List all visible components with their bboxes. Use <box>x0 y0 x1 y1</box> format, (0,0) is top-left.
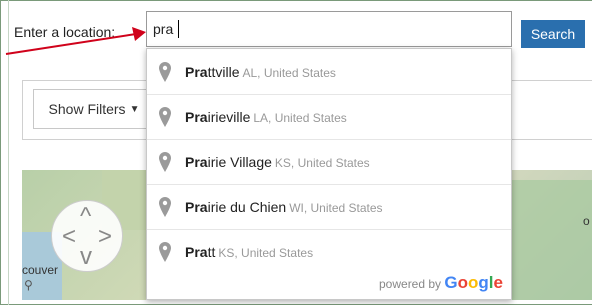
suggestion-text: Pratt KS, United States <box>185 244 314 260</box>
google-logo-letter: G <box>444 273 458 292</box>
suggestion-text: Prairie Village KS, United States <box>185 154 370 170</box>
map-pin-icon <box>159 242 171 262</box>
google-logo: Google <box>444 273 503 292</box>
suggestion-item[interactable]: Prairieville LA, United States <box>147 94 511 139</box>
suggestion-text: Prairieville LA, United States <box>185 109 347 125</box>
suggestion-text: Prairie du Chien WI, United States <box>185 199 383 215</box>
powered-by-google: powered by Google <box>379 273 503 293</box>
powered-by-text: powered by <box>379 277 442 291</box>
google-logo-letter: e <box>493 273 503 292</box>
google-logo-letter: g <box>478 273 489 292</box>
map-pin-icon <box>159 61 171 82</box>
google-logo-letter: o <box>457 273 469 292</box>
suggestion-text: Prattville AL, United States <box>185 63 336 80</box>
suggestion-item[interactable]: Prairie du Chien WI, United States <box>147 184 511 229</box>
map-pin-icon <box>159 107 171 127</box>
map-pin-icon <box>159 197 171 217</box>
autocomplete-dropdown: Prattville AL, United States Prairieville… <box>146 48 512 300</box>
google-logo-letter: o <box>468 273 479 292</box>
suggestion-item[interactable]: Prairie Village KS, United States <box>147 139 511 184</box>
map-pin-icon <box>159 152 171 172</box>
suggestion-item[interactable]: Prattville AL, United States <box>147 49 511 94</box>
suggestion-item[interactable]: Pratt KS, United States <box>147 229 511 274</box>
